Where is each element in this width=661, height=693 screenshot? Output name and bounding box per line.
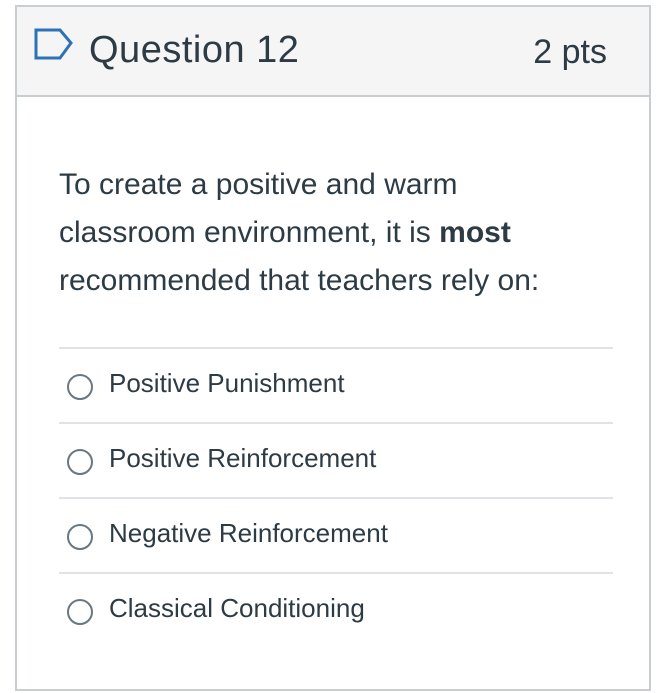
flag-outline-icon[interactable]: [33, 27, 75, 61]
question-text-before: To create a positive and warm classroom …: [59, 168, 458, 249]
answer-label[interactable]: Negative Reinforcement: [109, 518, 388, 549]
question-text: To create a positive and warm classroom …: [59, 161, 579, 305]
answer-label[interactable]: Positive Reinforcement: [109, 443, 376, 474]
question-text-after: recommended that teachers rely on:: [59, 264, 540, 297]
answer-option-positive-reinforcement[interactable]: Positive Reinforcement: [59, 422, 613, 497]
answer-option-classical-conditioning[interactable]: Classical Conditioning: [59, 572, 613, 647]
answer-option-positive-punishment[interactable]: Positive Punishment: [59, 347, 613, 422]
question-points: 2 pts: [533, 33, 607, 71]
answer-list: Positive Punishment Positive Reinforceme…: [59, 347, 613, 647]
question-title: Question 12: [89, 29, 300, 71]
answer-label[interactable]: Positive Punishment: [109, 368, 345, 399]
question-header: Question 12 2 pts: [17, 7, 649, 97]
question-text-emphasis: most: [439, 216, 511, 249]
question-card: Question 12 2 pts To create a positive a…: [15, 5, 651, 691]
radio-button[interactable]: [67, 524, 93, 550]
radio-button[interactable]: [67, 599, 93, 625]
answer-label[interactable]: Classical Conditioning: [109, 593, 365, 624]
radio-button[interactable]: [67, 449, 93, 475]
radio-button[interactable]: [67, 374, 93, 400]
answer-option-negative-reinforcement[interactable]: Negative Reinforcement: [59, 497, 613, 572]
